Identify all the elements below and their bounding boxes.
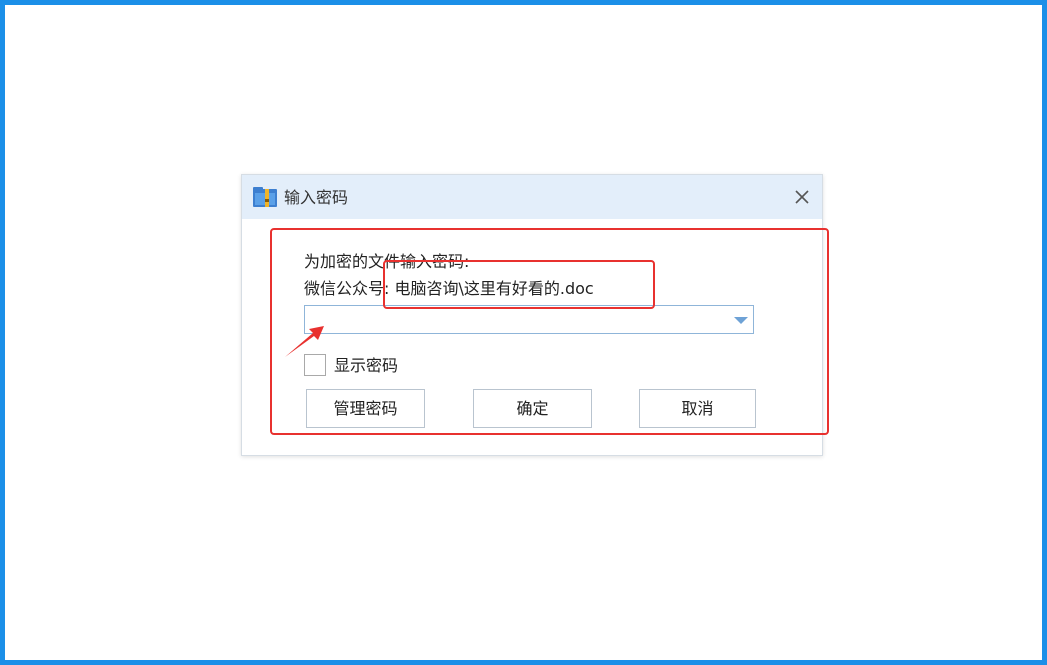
close-icon[interactable] [790,185,814,209]
password-combobox[interactable] [304,305,754,334]
password-input[interactable] [305,306,725,333]
show-password-label[interactable]: 显示密码 [334,356,398,376]
dialog-titlebar[interactable]: 输入密码 [242,175,822,219]
winrar-archive-icon [253,187,277,207]
password-dialog: 输入密码 为加密的文件输入密码: 微信公众号: 电脑咨询\这里有好看的.doc … [241,174,823,456]
cancel-button[interactable]: 取消 [639,389,756,428]
encrypted-file-path: 微信公众号: 电脑咨询\这里有好看的.doc [304,279,594,298]
triangle-down-icon[interactable] [731,313,751,327]
show-password-checkbox[interactable] [304,354,326,376]
dialog-title: 输入密码 [284,188,349,207]
password-prompt-label: 为加密的文件输入密码: [304,252,470,271]
manage-passwords-button[interactable]: 管理密码 [306,389,425,428]
ok-button[interactable]: 确定 [473,389,592,428]
